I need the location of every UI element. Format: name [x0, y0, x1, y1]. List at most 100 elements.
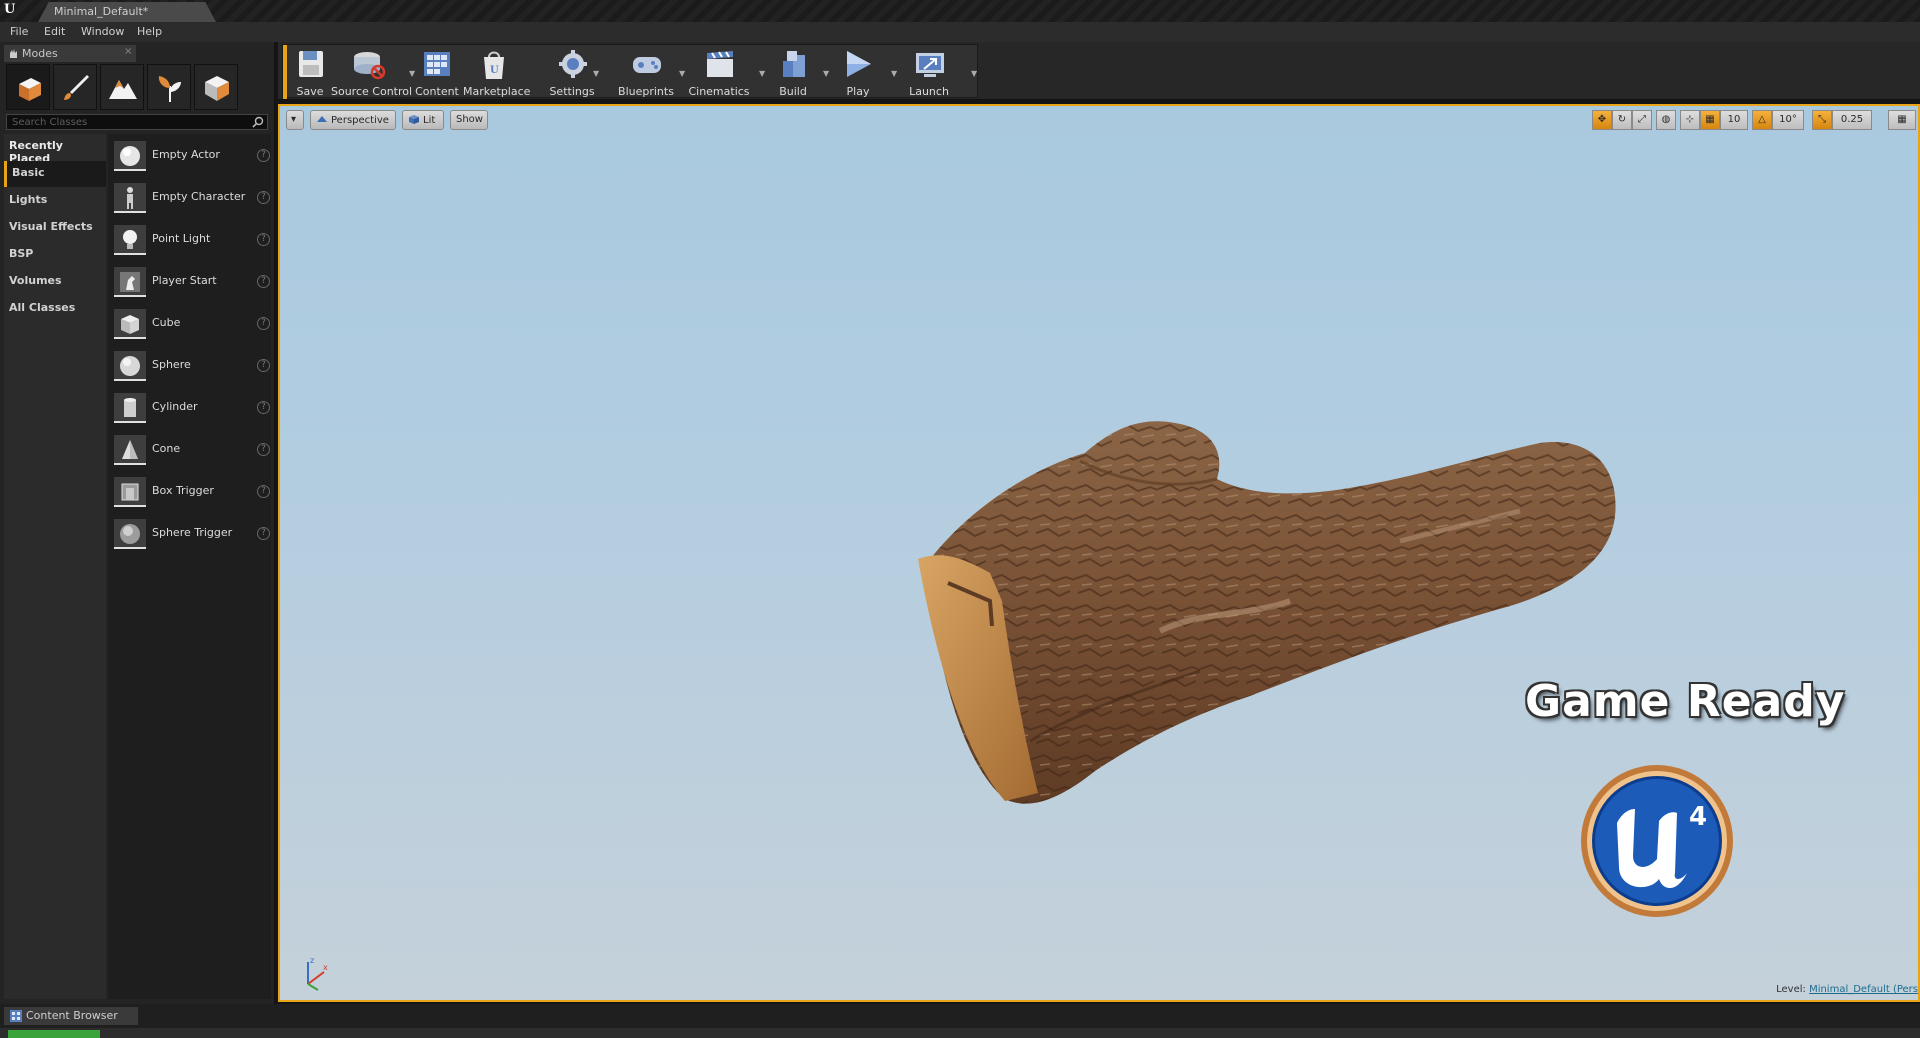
build-dropdown-icon[interactable]: ▼: [823, 69, 829, 78]
surface-snap-toggle[interactable]: ⊹: [1680, 110, 1700, 130]
item-thumbnail: [114, 183, 146, 213]
list-item[interactable]: Sphere Trigger ?: [114, 514, 270, 554]
search-icon[interactable]: [252, 116, 264, 128]
level-viewport[interactable]: ▾ Perspective Lit Show ✥ ↻ ⤢ ◍ ⊹ ▦ 10 △ …: [278, 104, 1920, 1002]
level-name[interactable]: Minimal_Default (Pers: [1809, 984, 1918, 995]
show-button[interactable]: Show: [450, 110, 488, 130]
menu-help[interactable]: Help: [137, 25, 162, 38]
geometry-mode-button[interactable]: [194, 64, 238, 110]
help-icon[interactable]: ?: [257, 149, 270, 162]
rotation-snap-toggle[interactable]: △: [1752, 110, 1772, 130]
help-icon[interactable]: ?: [257, 527, 270, 540]
category-bsp[interactable]: BSP: [4, 242, 106, 268]
help-icon[interactable]: ?: [257, 317, 270, 330]
close-icon[interactable]: ×: [124, 46, 132, 57]
menu-window[interactable]: Window: [81, 25, 124, 38]
category-volumes[interactable]: Volumes: [4, 269, 106, 295]
scale-snap-toggle[interactable]: ⤡: [1812, 110, 1832, 130]
help-icon[interactable]: ?: [257, 485, 270, 498]
foliage-mode-button[interactable]: [147, 64, 191, 110]
item-thumbnail: [114, 225, 146, 255]
cone-icon: [122, 440, 138, 459]
list-item[interactable]: Box Trigger ?: [114, 472, 270, 512]
lit-button[interactable]: Lit: [402, 110, 444, 130]
bottom-panel: Content Browser: [0, 1004, 1920, 1038]
list-item[interactable]: Empty Actor ?: [114, 136, 270, 176]
item-thumbnail: [114, 519, 146, 549]
list-item[interactable]: Cone ?: [114, 430, 270, 470]
paint-mode-button[interactable]: [53, 64, 97, 110]
category-all-classes[interactable]: All Classes: [4, 296, 106, 322]
axis-gizmo-icon: z x: [307, 956, 328, 991]
translate-tool-button[interactable]: ✥: [1592, 110, 1612, 130]
marketplace-button[interactable]: U Marketplace: [463, 47, 530, 99]
placeable-items-list: Empty Actor ? Empty Character ? Point Li…: [108, 134, 271, 999]
unreal-logo-icon[interactable]: U: [4, 2, 22, 20]
help-icon[interactable]: ?: [257, 401, 270, 414]
play-dropdown-icon[interactable]: ▼: [891, 69, 897, 78]
blueprints-icon: [633, 57, 661, 73]
item-thumbnail: [114, 267, 146, 297]
add-new-button[interactable]: [8, 1030, 100, 1038]
launch-label: Launch: [909, 85, 949, 98]
category-basic[interactable]: Basic: [4, 161, 106, 187]
help-icon[interactable]: ?: [257, 275, 270, 288]
tree-log-mesh[interactable]: [780, 361, 1680, 981]
category-lights[interactable]: Lights: [4, 188, 106, 214]
category-visual-effects[interactable]: Visual Effects: [4, 215, 106, 241]
grid-snap-toggle[interactable]: ▦: [1700, 110, 1720, 130]
source-control-icon: [354, 52, 386, 80]
play-button[interactable]: Play ▼: [835, 47, 897, 99]
rotate-tool-button[interactable]: ↻: [1612, 110, 1632, 130]
grid-snap-value[interactable]: 10: [1720, 110, 1748, 130]
scale-tool-button[interactable]: ⤢: [1632, 110, 1652, 130]
menu-file[interactable]: File: [10, 25, 28, 38]
world-local-toggle[interactable]: ◍: [1656, 110, 1676, 130]
document-tab[interactable]: Minimal_Default*: [38, 2, 216, 22]
blueprints-button[interactable]: Blueprints ▼: [617, 47, 685, 99]
cinematics-dropdown-icon[interactable]: ▼: [759, 69, 765, 78]
modes-panel: Modes × Search Classes Recently Placed B…: [0, 42, 275, 1004]
category-recently-placed[interactable]: Recently Placed: [4, 134, 106, 165]
build-button[interactable]: Build ▼: [771, 47, 829, 99]
play-label: Play: [846, 85, 870, 98]
content-button[interactable]: Content: [415, 47, 459, 99]
modes-tab-label: Modes: [22, 47, 58, 60]
menu-edit[interactable]: Edit: [44, 25, 65, 38]
launch-button[interactable]: Launch ▼: [903, 47, 977, 99]
scale-snap-value[interactable]: 0.25: [1832, 110, 1872, 130]
help-icon[interactable]: ?: [257, 233, 270, 246]
camera-speed-button[interactable]: ▦: [1888, 110, 1916, 130]
build-label: Build: [779, 85, 807, 98]
list-item[interactable]: Player Start ?: [114, 262, 270, 302]
cinematics-button[interactable]: Cinematics ▼: [687, 47, 765, 99]
place-mode-button[interactable]: [6, 64, 50, 110]
help-icon[interactable]: ?: [257, 359, 270, 372]
save-label: Save: [296, 85, 324, 98]
content-browser-tab[interactable]: Content Browser: [4, 1007, 138, 1025]
rotation-snap-value[interactable]: 10°: [1772, 110, 1804, 130]
list-item[interactable]: Empty Character ?: [114, 178, 270, 218]
save-button[interactable]: Save: [291, 47, 329, 99]
settings-dropdown-icon[interactable]: ▼: [593, 69, 599, 78]
settings-button[interactable]: Settings ▼: [547, 47, 599, 99]
list-item[interactable]: Point Light ?: [114, 220, 270, 260]
list-item[interactable]: Cube ?: [114, 304, 270, 344]
list-item[interactable]: Sphere ?: [114, 346, 270, 386]
viewport-options-button[interactable]: ▾: [286, 110, 304, 130]
item-thumbnail: [114, 141, 146, 171]
help-icon[interactable]: ?: [257, 191, 270, 204]
cube-icon: [121, 315, 139, 334]
blueprints-dropdown-icon[interactable]: ▼: [679, 69, 685, 78]
settings-label: Settings: [549, 85, 595, 98]
modes-tab[interactable]: Modes ×: [4, 45, 136, 62]
list-item[interactable]: Cylinder ?: [114, 388, 270, 428]
engine-version-badge: 4: [1689, 802, 1707, 832]
source-control-button[interactable]: Source Control ▼: [331, 47, 415, 99]
perspective-button[interactable]: Perspective: [310, 110, 396, 130]
landscape-mode-button[interactable]: [100, 64, 144, 110]
launch-dropdown-icon[interactable]: ▼: [971, 69, 977, 78]
content-browser-label: Content Browser: [26, 1009, 118, 1022]
help-icon[interactable]: ?: [257, 443, 270, 456]
search-classes-input[interactable]: [10, 115, 240, 129]
